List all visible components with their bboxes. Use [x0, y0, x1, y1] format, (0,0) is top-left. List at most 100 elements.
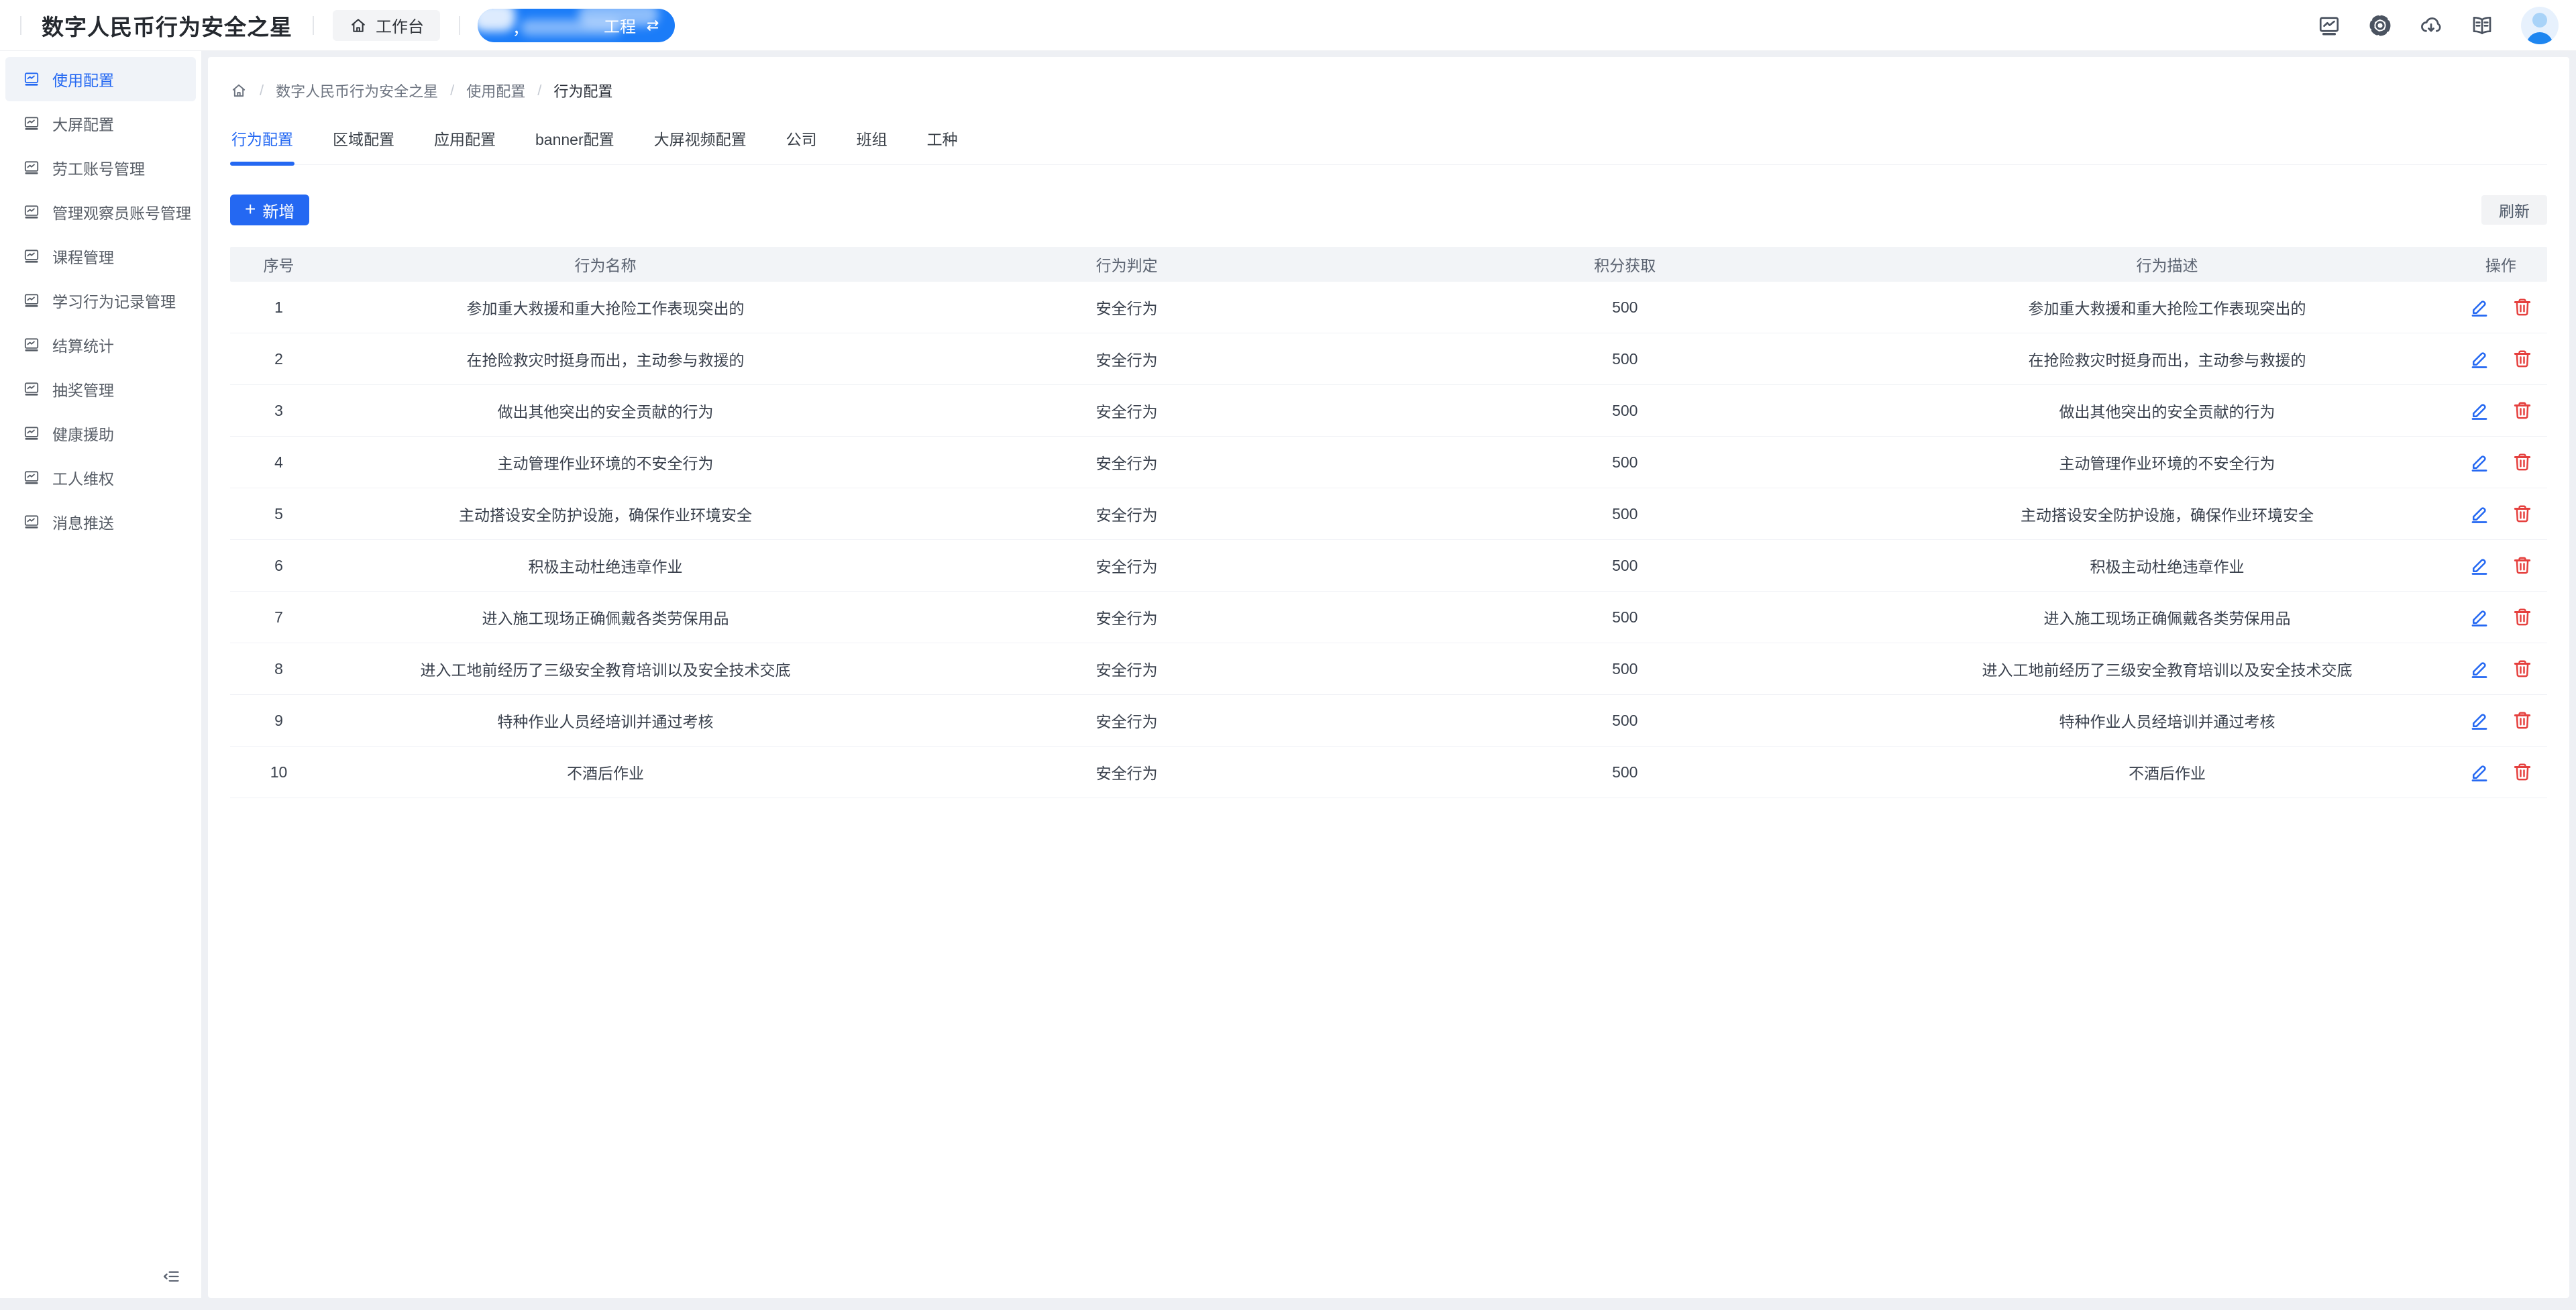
- row-behavior-desc: 做出其他突出的安全贡献的行为: [1880, 399, 2455, 422]
- tab-app-config[interactable]: 应用配置: [433, 125, 497, 164]
- delete-button[interactable]: [2512, 504, 2532, 524]
- delete-button[interactable]: [2512, 659, 2532, 679]
- sidebar-menu: 使用配置 大屏配置 劳工账号管理 管理观察员账号管理 课程管理: [0, 57, 201, 1255]
- row-no: 4: [230, 453, 327, 472]
- delete-button[interactable]: [2512, 607, 2532, 627]
- screen-chart-icon: [23, 248, 40, 265]
- edit-button[interactable]: [2469, 297, 2489, 317]
- edit-button[interactable]: [2469, 607, 2489, 627]
- project-switcher-pill[interactable]: ， 工程: [478, 9, 675, 42]
- sidebar-item-course-management[interactable]: 课程管理: [5, 234, 196, 278]
- behavior-table: 序号 行为名称 行为判定 积分获取 行为描述 操作 1 参加重大救援和重大抢险工…: [230, 247, 2547, 798]
- row-behavior-judge: 安全行为: [883, 554, 1370, 577]
- swap-icon: [644, 17, 661, 34]
- home-icon: [349, 16, 368, 35]
- tab-bigscreen-video-config[interactable]: 大屏视频配置: [653, 125, 748, 164]
- screen-chart-icon: [23, 159, 40, 176]
- sidebar-item-bigscreen-config[interactable]: 大屏配置: [5, 101, 196, 146]
- row-behavior-name: 不酒后作业: [327, 761, 883, 783]
- workbench-label: 工作台: [376, 13, 424, 37]
- row-behavior-name: 进入工地前经历了三级安全教育培训以及安全技术交底: [327, 657, 883, 680]
- row-behavior-judge: 安全行为: [883, 606, 1370, 629]
- row-behavior-name: 在抢险救灾时挺身而出，主动参与救援的: [327, 347, 883, 370]
- divider: [313, 16, 314, 35]
- tab-area-config[interactable]: 区域配置: [331, 125, 396, 164]
- delete-button[interactable]: [2512, 452, 2532, 472]
- sidebar-item-settlement-stats[interactable]: 结算统计: [5, 323, 196, 367]
- column-header-score: 积分获取: [1370, 253, 1880, 276]
- breadcrumb-item[interactable]: 数字人民币行为安全之星: [276, 80, 438, 101]
- row-actions: [2455, 400, 2547, 421]
- breadcrumb-separator: /: [450, 82, 454, 99]
- refresh-button[interactable]: 刷新: [2481, 195, 2547, 225]
- row-behavior-judge: 安全行为: [883, 709, 1370, 732]
- breadcrumb-item[interactable]: 使用配置: [466, 80, 525, 101]
- settings-gear-icon[interactable]: [2368, 13, 2392, 38]
- sidebar-item-message-push[interactable]: 消息推送: [5, 500, 196, 544]
- table-row: 7 进入施工现场正确佩戴各类劳保用品 安全行为 500 进入施工现场正确佩戴各类…: [230, 592, 2547, 643]
- screen-chart-icon: [23, 380, 40, 398]
- edit-button[interactable]: [2469, 555, 2489, 576]
- table-row: 5 主动搭设安全防护设施，确保作业环境安全 安全行为 500 主动搭设安全防护设…: [230, 488, 2547, 540]
- data-screen-icon[interactable]: [2317, 13, 2341, 38]
- add-button[interactable]: + 新增: [230, 195, 309, 225]
- row-behavior-judge: 安全行为: [883, 347, 1370, 370]
- table-row: 3 做出其他突出的安全贡献的行为 安全行为 500 做出其他突出的安全贡献的行为: [230, 385, 2547, 437]
- row-score: 500: [1370, 298, 1880, 317]
- tab-team[interactable]: 班组: [855, 125, 889, 164]
- delete-button[interactable]: [2512, 297, 2532, 317]
- table-row: 1 参加重大救援和重大抢险工作表现突出的 安全行为 500 参加重大救援和重大抢…: [230, 282, 2547, 333]
- tab-worktype[interactable]: 工种: [926, 125, 959, 164]
- sidebar-item-learning-records[interactable]: 学习行为记录管理: [5, 278, 196, 323]
- sidebar-item-label: 结算统计: [52, 333, 114, 356]
- row-no: 6: [230, 557, 327, 575]
- column-header-desc: 行为描述: [1880, 253, 2455, 276]
- user-avatar[interactable]: [2521, 7, 2559, 44]
- sidebar-item-usage-config[interactable]: 使用配置: [5, 57, 196, 101]
- sidebar: 使用配置 大屏配置 劳工账号管理 管理观察员账号管理 课程管理: [0, 51, 201, 1298]
- row-behavior-judge: 安全行为: [883, 761, 1370, 783]
- row-behavior-desc: 特种作业人员经培训并通过考核: [1880, 709, 2455, 732]
- edit-button[interactable]: [2469, 452, 2489, 472]
- edit-button[interactable]: [2469, 504, 2489, 524]
- sidebar-item-label: 管理观察员账号管理: [52, 201, 191, 223]
- delete-button[interactable]: [2512, 555, 2532, 576]
- collapse-sidebar-icon[interactable]: [160, 1265, 182, 1288]
- row-behavior-name: 做出其他突出的安全贡献的行为: [327, 399, 883, 422]
- delete-button[interactable]: [2512, 349, 2532, 369]
- delete-button[interactable]: [2512, 762, 2532, 782]
- tab-behavior-config[interactable]: 行为配置: [230, 125, 294, 164]
- row-behavior-desc: 在抢险救灾时挺身而出，主动参与救援的: [1880, 347, 2455, 370]
- tabs-bar: 行为配置 区域配置 应用配置 banner配置 大屏视频配置 公司 班组 工种: [230, 125, 2547, 165]
- edit-button[interactable]: [2469, 659, 2489, 679]
- redacted-blur: [478, 9, 515, 32]
- avatar-torso: [2526, 32, 2553, 44]
- tab-company[interactable]: 公司: [785, 125, 818, 164]
- sidebar-item-health-aid[interactable]: 健康援助: [5, 411, 196, 455]
- edit-button[interactable]: [2469, 400, 2489, 421]
- breadcrumb: / 数字人民币行为安全之星 / 使用配置 / 行为配置: [230, 57, 2547, 101]
- cloud-download-icon[interactable]: [2419, 13, 2443, 38]
- sidebar-item-observer-accounts[interactable]: 管理观察员账号管理: [5, 190, 196, 234]
- screen-chart-icon: [23, 513, 40, 531]
- sidebar-item-worker-rights[interactable]: 工人维权: [5, 455, 196, 500]
- workbench-button[interactable]: 工作台: [333, 10, 440, 41]
- delete-button[interactable]: [2512, 400, 2532, 421]
- row-actions: [2455, 762, 2547, 782]
- delete-button[interactable]: [2512, 710, 2532, 730]
- manual-book-icon[interactable]: [2470, 13, 2494, 38]
- sidebar-item-label: 大屏配置: [52, 112, 114, 135]
- edit-button[interactable]: [2469, 710, 2489, 730]
- body-row: 使用配置 大屏配置 劳工账号管理 管理观察员账号管理 课程管理: [0, 51, 2576, 1298]
- row-behavior-name: 主动管理作业环境的不安全行为: [327, 451, 883, 474]
- row-actions: [2455, 607, 2547, 627]
- edit-button[interactable]: [2469, 762, 2489, 782]
- edit-button[interactable]: [2469, 349, 2489, 369]
- sidebar-item-lottery-management[interactable]: 抽奖管理: [5, 367, 196, 411]
- sidebar-item-label: 使用配置: [52, 68, 114, 91]
- tab-banner-config[interactable]: banner配置: [534, 125, 616, 164]
- table-row: 9 特种作业人员经培训并通过考核 安全行为 500 特种作业人员经培训并通过考核: [230, 695, 2547, 747]
- sidebar-item-worker-accounts[interactable]: 劳工账号管理: [5, 146, 196, 190]
- breadcrumb-home-icon[interactable]: [230, 82, 248, 99]
- row-behavior-desc: 主动管理作业环境的不安全行为: [1880, 451, 2455, 474]
